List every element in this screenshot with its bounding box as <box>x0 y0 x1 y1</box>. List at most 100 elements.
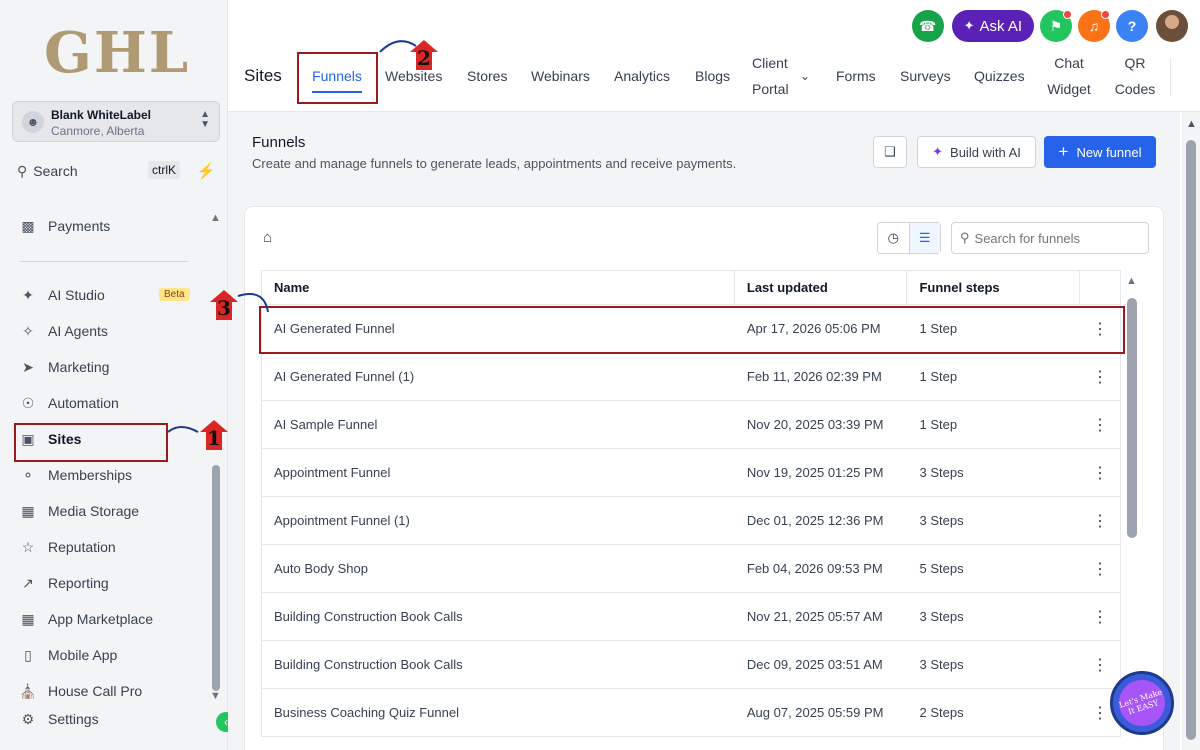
new-funnel-button[interactable]: + New funnel <box>1044 136 1156 168</box>
tab-qr-codes[interactable]: QR Codes <box>1112 50 1158 102</box>
funnel-updated: Dec 01, 2025 12:36 PM <box>746 513 884 528</box>
sidebar-item-automation[interactable]: ☉ Automation <box>18 388 193 418</box>
table-row[interactable]: Appointment Funnel Nov 19, 2025 01:25 PM 3… <box>262 449 1120 497</box>
funnel-name[interactable]: AI Generated Funnel (1) <box>262 353 735 400</box>
scroll-up-icon[interactable]: ▲ <box>1186 118 1197 130</box>
tab-blogs[interactable]: Blogs <box>695 63 730 89</box>
folder-plus-icon: ❏ <box>884 144 896 159</box>
home-icon[interactable]: ⌂ <box>263 229 272 246</box>
funnel-name[interactable]: Business Coaching Quiz Funnel <box>262 689 735 736</box>
sidebar-item-reputation[interactable]: ☆ Reputation <box>18 532 193 562</box>
tab-surveys[interactable]: Surveys <box>900 63 951 89</box>
sidebar-item-label: Payments <box>48 218 111 234</box>
more-options-icon[interactable]: ⋮ <box>1080 545 1120 592</box>
tab-client-portal[interactable]: Client Portal <box>752 50 794 102</box>
list-view-icon[interactable]: ☰ <box>908 223 940 253</box>
sidebar-item-label: Automation <box>48 395 119 411</box>
marketing-icon: ➤ <box>22 358 34 375</box>
tab-quizzes[interactable]: Quizzes <box>974 63 1025 89</box>
bell-icon[interactable]: ♫ <box>1078 10 1110 42</box>
funnel-steps: 3 Steps <box>919 657 964 672</box>
chevron-down-icon[interactable]: ⌄ <box>800 63 810 89</box>
sidebar-item-ai-agents[interactable]: ✧ AI Agents <box>18 316 193 346</box>
col-funnel-steps[interactable]: Funnel steps <box>907 271 1081 304</box>
megaphone-icon[interactable]: ⚑ <box>1040 10 1072 42</box>
col-last-updated[interactable]: Last updated <box>735 271 908 304</box>
funnel-search-input[interactable] <box>974 230 1135 246</box>
sidebar-scroll-thumb[interactable] <box>212 465 220 691</box>
sidebar-item-mobile-app[interactable]: ▯ Mobile App <box>18 640 193 670</box>
sidebar-item-house-call-pro[interactable]: ⛪ House Call Pro <box>18 676 193 706</box>
table-row[interactable]: Auto Body Shop Feb 04, 2026 09:53 PM 5 Ste… <box>262 545 1120 593</box>
new-funnel-label: New funnel <box>1076 144 1142 160</box>
tabs-divider <box>1170 58 1171 96</box>
funnel-name[interactable]: Building Construction Book Calls <box>262 593 735 640</box>
funnel-name[interactable]: Building Construction Book Calls <box>262 641 735 688</box>
sidebar-item-reporting[interactable]: ↗ Reporting <box>18 568 193 598</box>
window-scroll-thumb[interactable] <box>1186 140 1196 740</box>
funnel-name[interactable]: Appointment Funnel <box>262 449 735 496</box>
sidebar-search[interactable]: ⚲ Search ctrlK <box>12 157 188 185</box>
funnel-steps: 3 Steps <box>919 465 964 480</box>
table-row[interactable]: AI Generated Funnel (1) Feb 11, 2026 02:3… <box>262 353 1120 401</box>
funnel-updated: Nov 19, 2025 01:25 PM <box>746 465 884 480</box>
scroll-down-icon[interactable]: ▼ <box>210 690 221 702</box>
funnel-steps: 5 Steps <box>919 561 964 576</box>
scroll-up-icon[interactable]: ▲ <box>210 212 221 224</box>
table-row[interactable]: Appointment Funnel (1) Dec 01, 2025 12:36… <box>262 497 1120 545</box>
reputation-icon: ☆ <box>21 538 35 555</box>
funnel-updated: Feb 04, 2026 09:53 PM <box>746 561 883 576</box>
table-row[interactable]: AI Sample Funnel Nov 20, 2025 03:39 PM 1 S… <box>262 401 1120 449</box>
tab-forms[interactable]: Forms <box>836 63 876 89</box>
sidebar-item-payments[interactable]: ▩ Payments <box>18 211 193 241</box>
step-3-number: 3 <box>217 296 231 320</box>
reporting-icon: ↗ <box>22 574 34 591</box>
sidebar-item-settings[interactable]: ⚙ Settings <box>18 704 193 734</box>
window-scrollbar[interactable]: ▲ <box>1182 112 1200 750</box>
more-options-icon[interactable]: ⋮ <box>1080 497 1120 544</box>
tab-stores[interactable]: Stores <box>467 63 507 89</box>
more-options-icon[interactable]: ⋮ <box>1080 641 1120 688</box>
main-content: Funnels Create and manage funnels to gen… <box>228 112 1180 750</box>
highlight-funnels-tab <box>297 52 378 104</box>
funnel-name[interactable]: AI Sample Funnel <box>262 401 735 448</box>
step-2-marker: 2 <box>410 40 438 70</box>
quick-actions-bolt-icon[interactable]: ⚡ <box>196 160 216 182</box>
table-row[interactable]: Building Construction Book Calls Nov 21, … <box>262 593 1120 641</box>
sidebar-item-marketing[interactable]: ➤ Marketing <box>18 352 193 382</box>
table-row[interactable]: Business Coaching Quiz Funnel Aug 07, 202… <box>262 689 1120 737</box>
funnel-search[interactable]: ⚲ <box>951 222 1149 254</box>
sidebar-item-app-marketplace[interactable]: ▦ App Marketplace <box>18 604 193 634</box>
new-folder-button[interactable]: ❏ <box>873 136 907 168</box>
tab-webinars[interactable]: Webinars <box>531 63 590 89</box>
account-switcher[interactable]: ☻ Blank WhiteLabel Canmore, Alberta ▲ ▼ <box>12 101 220 142</box>
more-options-icon[interactable]: ⋮ <box>1080 593 1120 640</box>
more-options-icon[interactable]: ⋮ <box>1080 353 1120 400</box>
table-scroll-thumb[interactable] <box>1127 298 1137 538</box>
build-with-ai-button[interactable]: ✦ Build with AI <box>917 136 1036 168</box>
table-row[interactable]: Building Construction Book Calls Dec 09, … <box>262 641 1120 689</box>
funnel-name[interactable]: Auto Body Shop <box>262 545 735 592</box>
tab-chat-widget[interactable]: Chat Widget <box>1044 50 1094 102</box>
user-avatar[interactable] <box>1156 10 1188 42</box>
tab-analytics[interactable]: Analytics <box>614 63 670 89</box>
ask-ai-button[interactable]: ✦ Ask AI <box>951 10 1034 42</box>
more-options-icon[interactable]: ⋮ <box>1080 449 1120 496</box>
sidebar-item-media-storage[interactable]: ▦ Media Storage <box>18 496 193 526</box>
funnel-steps: 2 Steps <box>919 705 964 720</box>
scroll-up-icon[interactable]: ▲ <box>1126 275 1137 287</box>
sidebar-item-memberships[interactable]: ⚬ Memberships <box>18 460 193 490</box>
sidebar-scrollbar[interactable]: ▲ ▼ <box>208 212 224 708</box>
more-options-icon[interactable]: ⋮ <box>1080 401 1120 448</box>
col-name[interactable]: Name <box>262 271 735 304</box>
ai-agents-icon: ✧ <box>22 322 34 339</box>
funnel-name[interactable]: Appointment Funnel (1) <box>262 497 735 544</box>
highlight-first-row <box>259 306 1125 354</box>
watermark-text: Let's Make It EASY <box>1113 674 1171 732</box>
notification-dot <box>1101 10 1110 19</box>
clock-icon[interactable]: ◷ <box>878 223 909 253</box>
help-icon[interactable]: ? <box>1116 10 1148 42</box>
sidebar-item-ai-studio[interactable]: ✦ AI Studio Beta <box>18 280 193 310</box>
phone-icon[interactable]: ☎ <box>911 10 944 42</box>
media-storage-icon: ▦ <box>21 502 35 519</box>
